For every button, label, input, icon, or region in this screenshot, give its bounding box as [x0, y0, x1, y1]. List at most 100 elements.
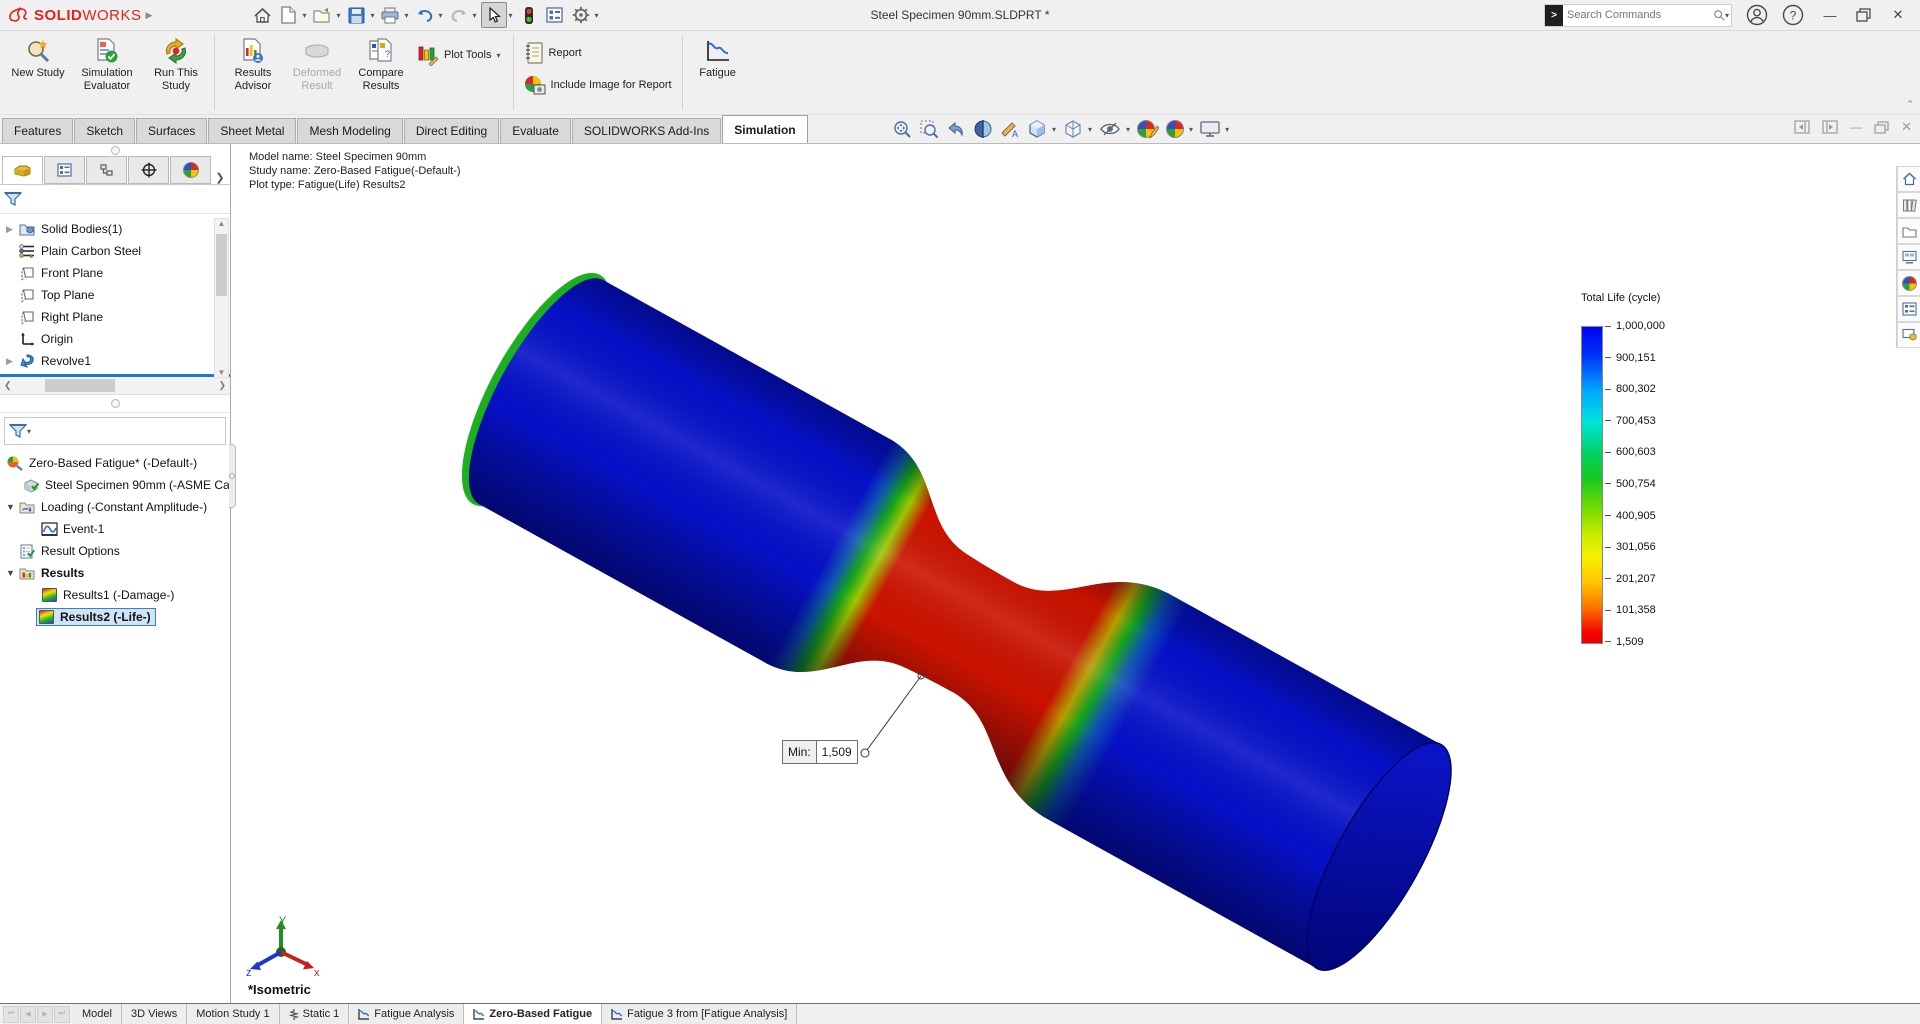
- close-button[interactable]: ✕: [1886, 7, 1910, 23]
- panel-resize-grip[interactable]: [229, 444, 236, 508]
- panel-splitter[interactable]: [0, 395, 230, 413]
- doc-restore-icon[interactable]: [1874, 121, 1889, 134]
- fatigue-button[interactable]: Fatigue: [689, 35, 747, 83]
- zoom-to-area-button[interactable]: [917, 117, 941, 141]
- search-input[interactable]: [1563, 9, 1713, 21]
- open-button[interactable]: [310, 3, 334, 27]
- taskpane-view-palette-button[interactable]: [1897, 244, 1920, 270]
- plot-tools-dropdown-icon[interactable]: ▾: [497, 51, 501, 60]
- results-advisor-button[interactable]: Results Advisor: [221, 35, 285, 96]
- tree-item-material[interactable]: Plain Carbon Steel: [0, 240, 230, 262]
- simulation-evaluator-button[interactable]: Simulation Evaluator: [70, 35, 144, 96]
- study-result-options-item[interactable]: Result Options: [0, 540, 230, 562]
- collapse-pane-right-icon[interactable]: [1822, 120, 1838, 134]
- options-button[interactable]: [569, 3, 593, 27]
- dynamic-annotation-button[interactable]: A: [998, 117, 1022, 141]
- search-dropdown-icon[interactable]: ▾: [1725, 11, 1729, 20]
- study-event-item[interactable]: Event-1: [0, 518, 230, 540]
- minimize-button[interactable]: —: [1818, 8, 1842, 23]
- open-dropdown-icon[interactable]: ▾: [336, 11, 340, 20]
- user-account-icon[interactable]: [1746, 4, 1768, 26]
- ribbon-collapse-icon[interactable]: ⌃: [1906, 99, 1914, 110]
- scroll-down-icon[interactable]: ▼: [218, 368, 226, 377]
- section-view-button[interactable]: [971, 117, 995, 141]
- deformed-result-button[interactable]: Deformed Result: [285, 35, 349, 96]
- study-loading-item[interactable]: ▼ Loading (-Constant Amplitude-): [0, 496, 230, 518]
- tab-features[interactable]: Features: [2, 118, 73, 143]
- undo-dropdown-icon[interactable]: ▾: [439, 11, 443, 20]
- previous-view-button[interactable]: [944, 117, 968, 141]
- print-dropdown-icon[interactable]: ▾: [404, 11, 408, 20]
- study-results1-item[interactable]: Results1 (-Damage-): [0, 584, 230, 606]
- options-dropdown-icon[interactable]: ▾: [595, 11, 599, 20]
- tree-item-front-plane[interactable]: Front Plane: [0, 262, 230, 284]
- collapse-arrow-icon[interactable]: ▼: [6, 502, 18, 512]
- taskpane-home-button[interactable]: [1897, 166, 1920, 192]
- taskpane-custom-properties-button[interactable]: [1897, 296, 1920, 322]
- tree-item-origin[interactable]: Origin: [0, 328, 230, 350]
- tab-static-1[interactable]: Static 1: [280, 1004, 350, 1024]
- search-icon[interactable]: [1713, 8, 1725, 22]
- study-part-item[interactable]: Steel Specimen 90mm (-ASME Car: [0, 474, 230, 496]
- selected-tree-item[interactable]: Results2 (-Life-): [36, 608, 156, 626]
- redo-dropdown-icon[interactable]: ▾: [473, 11, 477, 20]
- taskpane-design-library-button[interactable]: [1897, 192, 1920, 218]
- view-settings-button[interactable]: [1198, 117, 1222, 141]
- redo-button[interactable]: [447, 3, 471, 27]
- doc-minimize-icon[interactable]: —: [1850, 120, 1862, 134]
- view-orientation-button[interactable]: [1025, 117, 1049, 141]
- display-manager-tab[interactable]: [170, 156, 211, 184]
- home-button[interactable]: [250, 3, 274, 27]
- featuremanager-design-tree-tab[interactable]: [2, 156, 43, 184]
- tree-item-right-plane[interactable]: Right Plane: [0, 306, 230, 328]
- apply-scene-dropdown-icon[interactable]: ▾: [1189, 125, 1193, 134]
- view-orientation-dropdown-icon[interactable]: ▾: [1052, 125, 1056, 134]
- hide-show-dropdown-icon[interactable]: ▾: [1126, 125, 1130, 134]
- display-style-button[interactable]: [1061, 117, 1085, 141]
- filter-funnel-icon[interactable]: [4, 191, 22, 207]
- tab-evaluate[interactable]: Evaluate: [500, 118, 571, 143]
- run-this-study-button[interactable]: Run This Study: [144, 35, 208, 96]
- graphics-viewport[interactable]: Model name: Steel Specimen 90mm Study na…: [231, 144, 1920, 1003]
- compare-results-button[interactable]: ? Compare Results: [349, 35, 413, 96]
- scroll-thumb[interactable]: [216, 234, 227, 296]
- taskpane-forum-button[interactable]: [1897, 322, 1920, 348]
- tab-sheet-metal[interactable]: Sheet Metal: [208, 118, 296, 143]
- taskpane-appearances-button[interactable]: [1897, 270, 1920, 296]
- expand-arrow-icon[interactable]: ▶: [6, 356, 18, 367]
- report-button[interactable]: Report: [520, 39, 676, 67]
- new-document-button[interactable]: [276, 3, 300, 27]
- tab-sketch[interactable]: Sketch: [74, 118, 135, 143]
- zoom-to-fit-button[interactable]: [890, 117, 914, 141]
- tab-solidworks-add-ins[interactable]: SOLIDWORKS Add-Ins: [572, 118, 721, 143]
- configuration-manager-tab[interactable]: [86, 156, 127, 184]
- tab-mesh-modeling[interactable]: Mesh Modeling: [297, 118, 402, 143]
- print-button[interactable]: [378, 3, 402, 27]
- save-button[interactable]: [344, 3, 368, 27]
- brand-expand-icon[interactable]: ▶: [146, 10, 153, 21]
- view-settings-dropdown-icon[interactable]: ▾: [1225, 125, 1229, 134]
- study-filter-box[interactable]: ▾: [4, 417, 226, 445]
- new-document-dropdown-icon[interactable]: ▾: [302, 11, 306, 20]
- hide-show-items-button[interactable]: [1097, 117, 1123, 141]
- restore-button[interactable]: [1856, 8, 1872, 22]
- tree-vertical-scrollbar[interactable]: ▲ ▼: [214, 218, 229, 378]
- tab-3d-views[interactable]: 3D Views: [122, 1004, 187, 1024]
- tree-horizontal-scrollbar[interactable]: ❮ ❯: [0, 377, 230, 395]
- expand-arrow-icon[interactable]: ▶: [6, 224, 18, 235]
- tab-direct-editing[interactable]: Direct Editing: [404, 118, 499, 143]
- tree-item-solid-bodies[interactable]: ▶ Solid Bodies(1): [0, 218, 230, 240]
- tab-fatigue-3[interactable]: Fatigue 3 from [Fatigue Analysis]: [602, 1004, 797, 1024]
- tab-fatigue-analysis[interactable]: Fatigue Analysis: [349, 1004, 464, 1024]
- search-commands-box[interactable]: > ▾: [1544, 4, 1732, 27]
- help-icon[interactable]: ?: [1782, 4, 1804, 26]
- filter-dropdown-icon[interactable]: ▾: [27, 427, 31, 436]
- doc-close-icon[interactable]: ✕: [1901, 119, 1912, 135]
- tab-surfaces[interactable]: Surfaces: [136, 118, 207, 143]
- tab-model[interactable]: Model: [73, 1004, 122, 1024]
- scroll-thumb[interactable]: [45, 379, 115, 392]
- scroll-left-icon[interactable]: ❮: [4, 380, 12, 391]
- scroll-up-icon[interactable]: ▲: [218, 219, 226, 228]
- apply-scene-button[interactable]: [1164, 117, 1186, 141]
- new-study-button[interactable]: New Study: [6, 35, 70, 83]
